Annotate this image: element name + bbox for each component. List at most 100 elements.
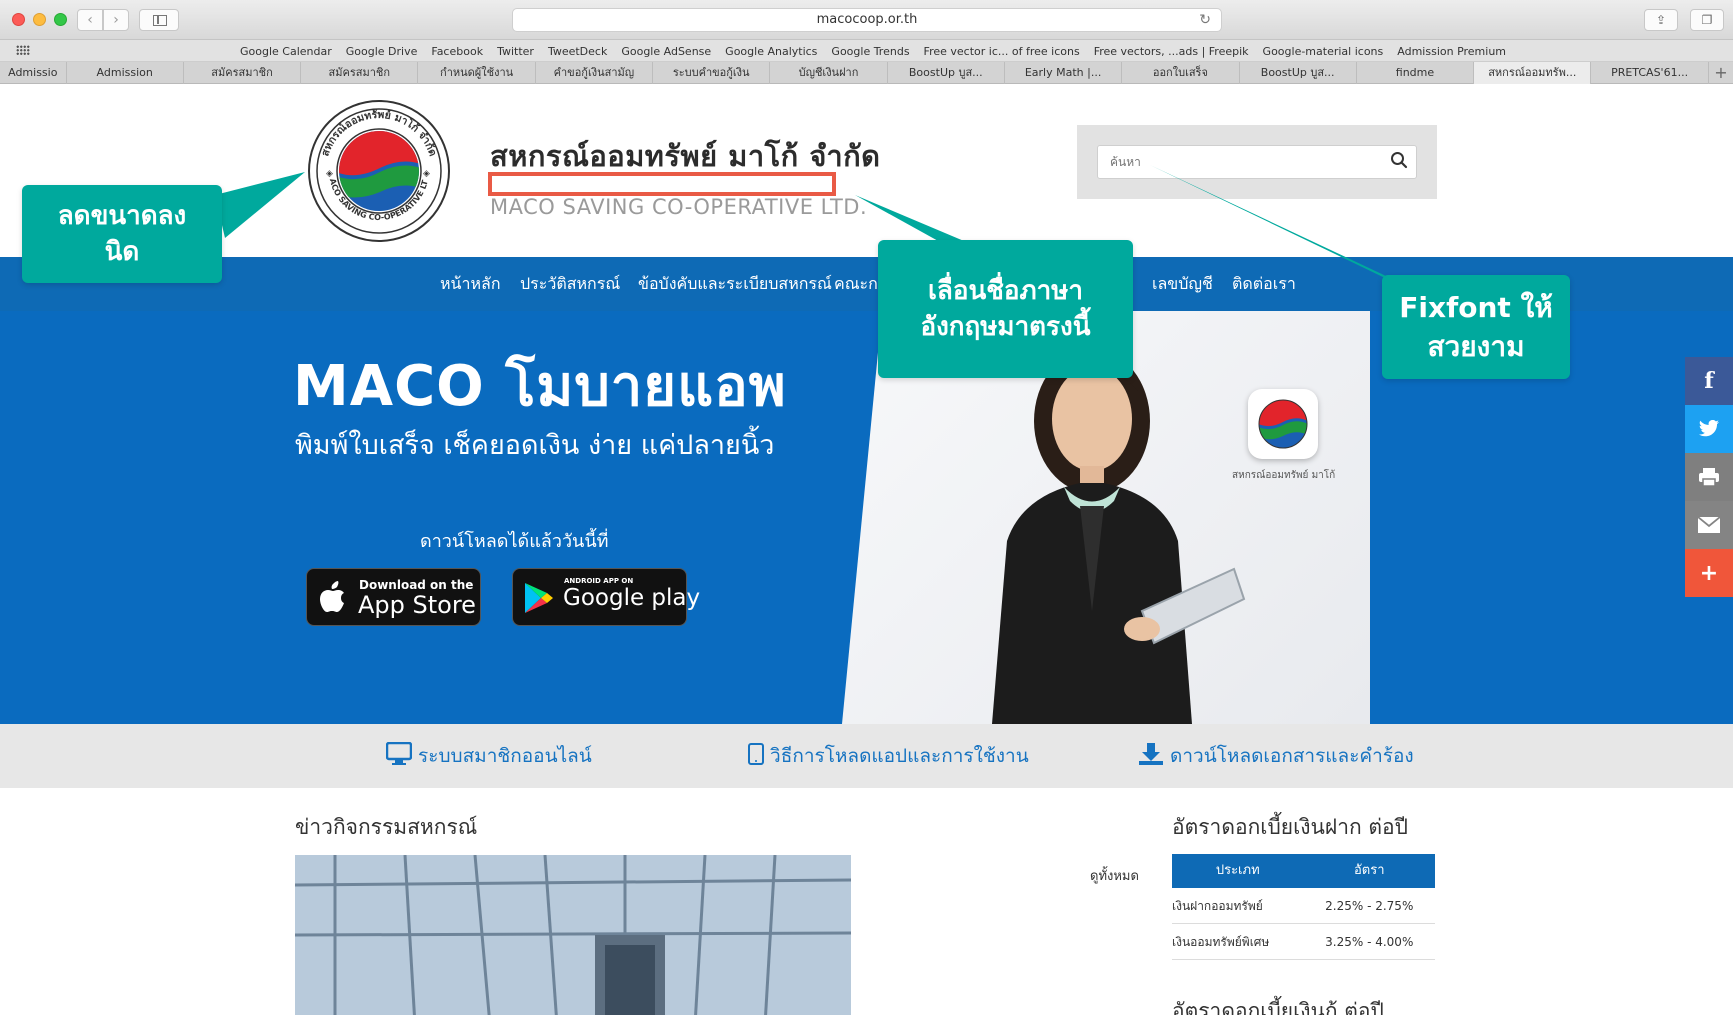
annotation-fixfont-text: Fixfont ให้ สวยงาม: [1399, 290, 1553, 363]
browser-tab[interactable]: Early Math |...: [1005, 62, 1123, 84]
table-row: เงินฝากออมทรัพย์ 2.25% - 2.75%: [1172, 888, 1435, 924]
google-play-button[interactable]: ANDROID APP ON Google play: [512, 568, 700, 626]
bookmark-item[interactable]: Twitter: [497, 45, 534, 58]
search-icon[interactable]: [1390, 151, 1408, 169]
coop-logo[interactable]: ◈ ◈ สหกรณ์ออมทรัพย์ มาโก้ จำกัด MACO SAV…: [306, 98, 452, 244]
zoom-window-button[interactable]: [54, 13, 67, 26]
show-tabs-button[interactable]: ❐: [1690, 9, 1724, 31]
menu-accounts[interactable]: เลขบัญชี: [1152, 257, 1213, 311]
sidebar-toggle-button[interactable]: [139, 9, 179, 31]
browser-tab[interactable]: BoostUp บูส...: [1240, 62, 1357, 84]
apple-icon: [320, 581, 344, 612]
browser-tab[interactable]: คำขอกู้เงินสามัญ: [536, 62, 654, 84]
annotation-move-english-text: เลื่อนชื่อภาษา อังกฤษมาตรงนี้: [920, 275, 1091, 342]
download-icon: [1139, 743, 1163, 765]
url-text: macocoop.or.th: [816, 12, 918, 27]
apps-grid-icon[interactable]: [16, 45, 30, 56]
tab-bar: Admissio Admission สมัครสมาชิก สมัครสมาชิกก…: [0, 62, 1733, 84]
tabs-icon: ❐: [1701, 13, 1713, 27]
browser-tab[interactable]: findme: [1357, 62, 1475, 84]
browser-window: ‹ › macocoop.or.th ↻ ⇪ ❐ Google Calendar…: [0, 0, 1733, 1015]
menu-rules[interactable]: ข้อบังคับและระเบียบสหกรณ์: [638, 257, 832, 311]
new-tab-button[interactable]: +: [1709, 62, 1733, 83]
bookmark-item[interactable]: Free vectors, ...ads | Freepik: [1094, 45, 1249, 58]
app-store-button[interactable]: Download on the App Store: [306, 568, 481, 626]
address-bar[interactable]: macocoop.or.th ↻: [512, 8, 1222, 32]
bookmark-item[interactable]: Google Trends: [831, 45, 909, 58]
rates-title: อัตราดอกเบี้ยเงินฝาก ต่อปี: [1172, 815, 1408, 839]
bookmark-item[interactable]: TweetDeck: [548, 45, 607, 58]
web-page: ◈ ◈ สหกรณ์ออมทรัพย์ มาโก้ จำกัด MACO SAV…: [0, 85, 1733, 1015]
minimize-window-button[interactable]: [33, 13, 46, 26]
plus-icon: +: [1699, 560, 1719, 586]
bookmark-item[interactable]: Google AdSense: [621, 45, 711, 58]
sidebar-icon: [153, 15, 167, 26]
rates-col-type: ประเภท: [1215, 863, 1260, 878]
bookmark-item[interactable]: Google Calendar: [240, 45, 332, 58]
forward-button[interactable]: ›: [103, 9, 129, 31]
twitter-icon: [1699, 420, 1719, 437]
annotation-shrink-text: ลดขนาดลง นิด: [57, 200, 187, 267]
tablet-icon: [748, 743, 764, 765]
menu-home[interactable]: หน้าหลัก: [440, 257, 501, 311]
chevron-right-icon: ›: [113, 12, 119, 28]
hero-subtitle: พิมพ์ใบเสร็จ เช็คยอดเงิน ง่าย แค่ปลายนิ้…: [295, 430, 775, 461]
see-all-link[interactable]: ดูทั้งหมด: [1090, 865, 1139, 886]
print-button[interactable]: [1685, 453, 1733, 501]
back-button[interactable]: ‹: [77, 9, 103, 31]
svg-text:◈: ◈: [423, 169, 430, 179]
social-share-bar: f +: [1685, 357, 1733, 597]
browser-tab[interactable]: BoostUp บูส...: [888, 62, 1005, 84]
highlight-box: [488, 172, 836, 196]
bookmark-item[interactable]: Google Drive: [346, 45, 418, 58]
browser-tab[interactable]: สมัครสมาชิก: [301, 62, 419, 84]
browser-tab[interactable]: บัญชีเงินฝาก: [770, 62, 888, 84]
more-share-button[interactable]: +: [1685, 549, 1733, 597]
rate-value: 3.25% - 4.00%: [1325, 935, 1414, 949]
browser-tab[interactable]: Admissio: [0, 62, 67, 84]
menu-contact[interactable]: ติดต่อเรา: [1232, 257, 1296, 311]
building-image: [295, 855, 851, 1015]
bookmark-item[interactable]: Free vector ic... of free icons: [924, 45, 1080, 58]
bookmarks-bar: Google Calendar Google Drive Facebook Twitt…: [0, 40, 1733, 62]
app-caption: สหกรณ์ออมทรัพย์ มาโก้: [1232, 470, 1336, 481]
bookmark-item[interactable]: Admission Premium: [1397, 45, 1506, 58]
quick-link-docs[interactable]: ดาวน์โหลดเอกสารและคำร้อง: [1138, 724, 1414, 788]
email-share-button[interactable]: [1685, 501, 1733, 549]
browser-tab[interactable]: กำหนดผู้ใช้งาน: [418, 62, 536, 84]
browser-tab[interactable]: สหกรณ์ออมทรัพ...: [1474, 62, 1592, 84]
site-header: ◈ ◈ สหกรณ์ออมทรัพย์ มาโก้ จำกัด MACO SAV…: [0, 85, 1733, 257]
browser-tab[interactable]: ออกใบเสร็จ: [1122, 62, 1240, 84]
close-window-button[interactable]: [12, 13, 25, 26]
reload-icon[interactable]: ↻: [1199, 9, 1211, 31]
menu-board[interactable]: คณะก: [834, 257, 878, 311]
google-play-icon: [525, 583, 553, 613]
quick-link-member[interactable]: ระบบสมาชิกออนไลน์: [385, 724, 592, 788]
facebook-share-button[interactable]: f: [1685, 357, 1733, 405]
menu-history[interactable]: ประวัติสหกรณ์: [520, 257, 620, 311]
twitter-share-button[interactable]: [1685, 405, 1733, 453]
monitor-icon: [385, 741, 413, 765]
browser-tab[interactable]: ระบบคำขอกู้เงิน: [653, 62, 771, 84]
share-button[interactable]: ⇪: [1644, 9, 1678, 31]
rate-type: เงินฝากออมทรัพย์: [1172, 899, 1263, 913]
print-icon: [1699, 468, 1719, 487]
search-input[interactable]: [1097, 145, 1417, 179]
bookmark-item[interactable]: Facebook: [431, 45, 483, 58]
bookmark-item[interactable]: Google-material icons: [1263, 45, 1384, 58]
quick-link-howto[interactable]: วิธีการโหลดแอปและการใช้งาน: [748, 724, 1029, 788]
rates-col-rate: อัตรา: [1353, 863, 1385, 878]
quick-links-bar: ระบบสมาชิกออนไลน์ วิธีการโหลดแอปและการใช…: [0, 724, 1733, 788]
browser-tab[interactable]: PRETCAS'61...: [1591, 62, 1709, 84]
maco-app-icon: [1248, 389, 1318, 459]
bookmark-item[interactable]: Google Analytics: [725, 45, 817, 58]
site-subtitle: MACO SAVING CO-OPERATIVE LTD.: [490, 195, 868, 219]
chevron-left-icon: ‹: [87, 12, 93, 28]
news-image[interactable]: [295, 855, 851, 1015]
app-store-big-text: App Store: [358, 591, 476, 619]
browser-tab[interactable]: Admission: [67, 62, 184, 84]
quick-link-howto-label: วิธีการโหลดแอปและการใช้งาน: [770, 745, 1029, 767]
rates-table: ประเภท อัตรา เงินฝากออมทรัพย์ 2.25% - 2.…: [1172, 854, 1435, 960]
app-store-small-text: Download on the: [359, 578, 474, 592]
browser-tab[interactable]: สมัครสมาชิก: [184, 62, 302, 84]
